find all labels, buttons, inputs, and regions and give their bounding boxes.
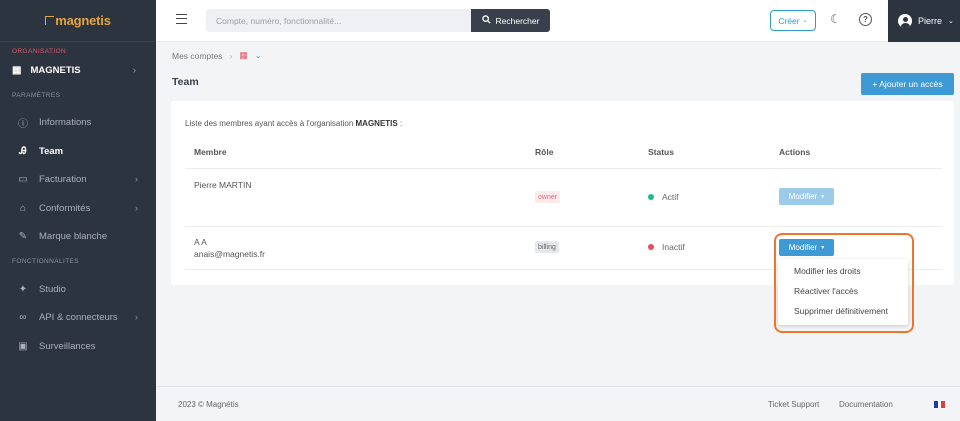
copyright: 2023 © Magnétis [178, 400, 239, 409]
building-icon[interactable]: ▦ [239, 50, 248, 61]
header-actions: Actions [779, 147, 811, 157]
sidebar-item-studio[interactable]: ✦ Studio [0, 276, 156, 302]
add-access-button[interactable]: + Ajouter un accès [861, 73, 954, 95]
role-badge: billing [535, 241, 559, 253]
create-button-label: Créer [778, 15, 800, 26]
sidebar-item-label: API & connecteurs [39, 311, 118, 323]
breadcrumb: Mes comptes › ▦ ⌄ [172, 50, 262, 61]
sidebar-item-label: Informations [39, 116, 92, 128]
sidebar-item-marque-blanche[interactable]: ✎ Marque blanche [0, 223, 156, 249]
building-icon: ▦ [12, 64, 22, 76]
status-dot-inactive [648, 244, 654, 250]
search-input[interactable] [206, 9, 471, 32]
ticket-support-link[interactable]: Ticket Support [768, 400, 819, 409]
parametres-section-title: PARAMÈTRES [12, 92, 61, 99]
status-text: Inactif [662, 242, 685, 252]
status-text: Actif [662, 192, 679, 202]
sidebar: magnetis ORGANISATION ▦ MAGNETIS › PARAM… [0, 0, 156, 421]
logo-text: magnetis [55, 13, 111, 28]
user-menu[interactable]: Pierre ⌄ [888, 0, 960, 42]
logo-mark-icon [45, 16, 55, 25]
french-flag-icon[interactable] [934, 401, 946, 408]
status-indicator: Actif [648, 192, 679, 202]
breadcrumb-root[interactable]: Mes comptes [172, 51, 223, 61]
pen-icon: ✎ [18, 230, 28, 242]
sidebar-item-facturation[interactable]: ▭ Facturation › [0, 166, 156, 192]
chevron-right-icon: › [132, 64, 136, 76]
chevron-right-icon: › [134, 311, 138, 323]
create-button[interactable]: Créer ⌄ [770, 10, 816, 31]
sidebar-item-label: Facturation [39, 173, 87, 185]
status-dot-active [648, 194, 654, 200]
documentation-link[interactable]: Documentation [839, 400, 893, 409]
chevron-right-icon: › [134, 173, 138, 185]
sidebar-item-label: Conformités [39, 202, 91, 214]
member-name: A A [194, 237, 207, 247]
billing-icon: ▭ [18, 173, 28, 185]
card-intro: Liste des membres ayant accès à l'organi… [185, 119, 402, 128]
header-member: Membre [194, 147, 227, 157]
chevron-right-icon: › [134, 202, 138, 214]
role-badge: owner [535, 191, 561, 203]
sidebar-item-label: Studio [39, 283, 66, 295]
sidebar-item-surveillances[interactable]: ▣ Surveillances [0, 333, 156, 359]
bank-icon: ⌂ [19, 202, 27, 214]
sidebar-item-label: Marque blanche [39, 230, 108, 242]
row-divider [185, 226, 942, 227]
member-name: Pierre MARTIN [194, 180, 252, 190]
modify-button[interactable]: Modifier ▾ [779, 188, 834, 205]
header-role: Rôle [535, 147, 554, 157]
topbar: Rechercher Créer ⌄ ☾ ? Pierre ⌄ [156, 0, 960, 42]
search-icon [481, 15, 491, 26]
row-divider [185, 168, 942, 169]
highlight-outline [774, 233, 914, 333]
member-email: anais@magnetis.fr [194, 249, 265, 259]
sidebar-item-team[interactable]: Ꭿ Team [0, 138, 156, 164]
fonctionnalites-section-title: FONCTIONNALITES [12, 258, 80, 265]
dark-mode-moon-icon[interactable]: ☾ [830, 12, 841, 26]
organisation-section-title: ORGANISATION [12, 48, 67, 55]
intro-org-name: MAGNETIS [355, 119, 398, 128]
logo[interactable]: magnetis [0, 0, 156, 42]
page-title: Team [172, 76, 199, 88]
status-indicator: Inactif [648, 242, 685, 252]
info-icon: ⓘ [18, 118, 28, 130]
chevron-down-icon: ⌄ [948, 18, 954, 25]
sparkle-icon: ✦ [18, 283, 28, 295]
header-status: Status [648, 147, 674, 157]
avatar-icon [898, 14, 912, 28]
chevron-down-icon[interactable]: ⌄ [255, 51, 262, 60]
sidebar-item-api-connecteurs[interactable]: ∞ API & connecteurs › [0, 304, 156, 330]
sidebar-item-conformites[interactable]: ⌂ Conformités › [0, 195, 156, 221]
help-icon[interactable]: ? [859, 13, 872, 26]
monitor-icon: ▣ [18, 340, 28, 352]
sidebar-item-label: Team [39, 145, 64, 157]
hamburger-menu-icon[interactable] [176, 14, 187, 24]
organisation-name: MAGNETIS [30, 64, 81, 76]
modify-button-label: Modifier [788, 192, 818, 201]
team-icon: Ꭿ [19, 145, 27, 157]
sidebar-item-informations[interactable]: ⓘ Informations [0, 109, 156, 135]
organisation-selector[interactable]: ▦ MAGNETIS › [0, 62, 156, 78]
link-icon: ∞ [19, 311, 27, 323]
chevron-down-icon: ⌄ [802, 18, 808, 24]
caret-down-icon: ▾ [821, 194, 825, 200]
sidebar-item-label: Surveillances [39, 340, 96, 352]
footer: 2023 © Magnétis Ticket Support Documenta… [156, 386, 960, 421]
user-name: Pierre [918, 16, 943, 26]
search-button-label: Rechercher [495, 15, 540, 26]
intro-text: Liste des membres ayant accès à l'organi… [185, 119, 356, 128]
search-button[interactable]: Rechercher [471, 9, 550, 32]
intro-suffix: : [397, 119, 403, 128]
chevron-right-icon: › [229, 50, 233, 61]
